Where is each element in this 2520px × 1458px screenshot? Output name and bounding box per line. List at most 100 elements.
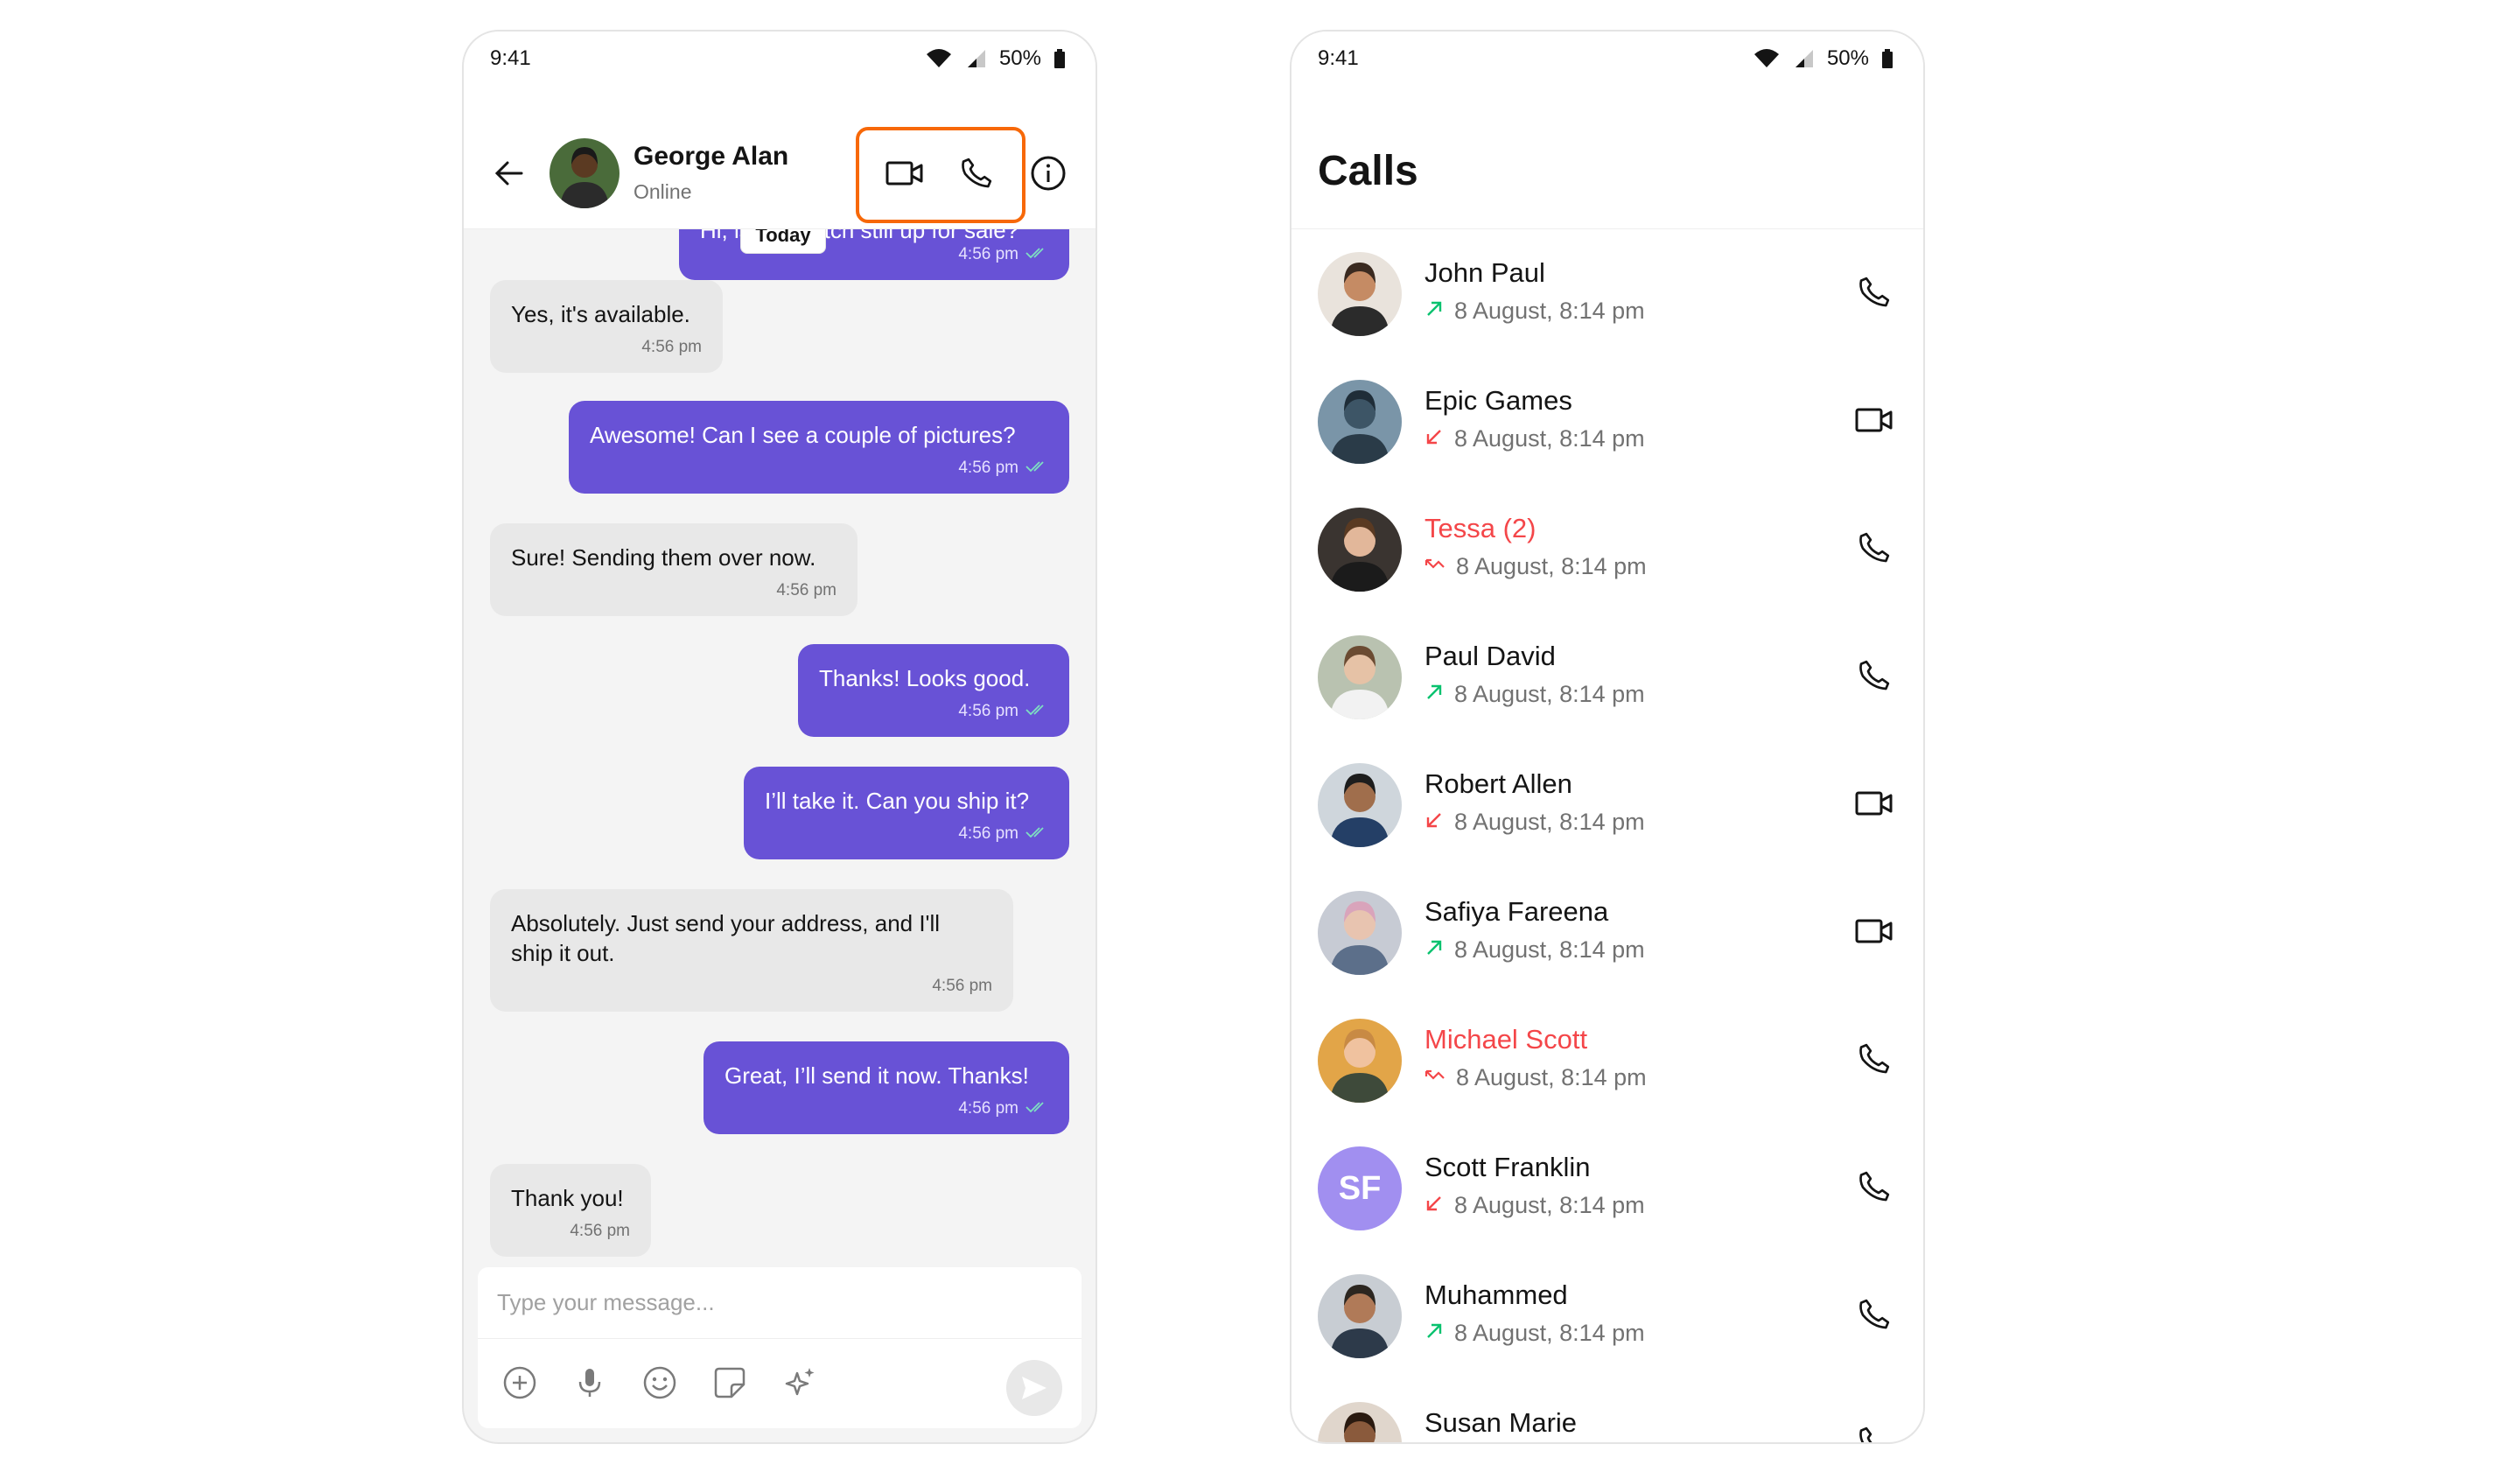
contact-avatar[interactable] xyxy=(1318,1402,1402,1442)
call-contact-name: Safiya Fareena xyxy=(1424,896,1609,927)
call-timestamp: 8 August, 8:14 pm xyxy=(1456,1064,1647,1090)
message-incoming[interactable]: Sure! Sending them over now. 4:56 pm xyxy=(490,523,858,616)
contact-avatar[interactable] xyxy=(550,138,620,208)
call-contact-name: Paul David xyxy=(1424,641,1556,671)
battery-icon xyxy=(1054,48,1066,69)
call-detail: 8 August, 8:14 pm xyxy=(1424,681,1645,708)
message-meta: 4:56 pm xyxy=(958,1094,1048,1124)
message-meta: 4:56 pm xyxy=(958,819,1048,849)
call-detail: 8 August, 8:14 pm xyxy=(1424,1320,1645,1347)
message-incoming[interactable]: Absolutely. Just send your address, and … xyxy=(490,889,1013,1012)
contact-avatar[interactable] xyxy=(1318,380,1402,464)
call-row[interactable]: Tessa (2) 8 August, 8:14 pm xyxy=(1292,487,1923,614)
read-receipt-icon xyxy=(1026,697,1048,726)
voice-call-icon[interactable] xyxy=(1853,271,1895,313)
info-icon[interactable] xyxy=(1027,152,1069,194)
voice-call-icon[interactable] xyxy=(1853,1421,1895,1442)
message-incoming[interactable]: Yes, it's available. 4:56 pm xyxy=(490,280,723,373)
video-call-icon[interactable] xyxy=(884,152,926,194)
message-outgoing[interactable]: Thanks! Looks good. 4:56 pm xyxy=(798,644,1069,737)
message-text: Sure! Sending them over now. xyxy=(511,544,816,571)
contact-avatar-initials[interactable]: SF xyxy=(1318,1146,1402,1230)
back-arrow-icon[interactable] xyxy=(492,156,527,191)
call-contact-name: Epic Games xyxy=(1424,385,1572,416)
message-text: Yes, it's available. xyxy=(511,301,690,327)
call-timestamp: 8 August, 8:14 pm xyxy=(1454,809,1645,835)
contact-avatar[interactable] xyxy=(1318,891,1402,975)
call-timestamp: 8 August, 8:14 pm xyxy=(1454,425,1645,452)
message-time: 4:56 pm xyxy=(570,1222,630,1240)
emoji-icon[interactable] xyxy=(639,1362,681,1404)
voice-call-icon[interactable] xyxy=(956,152,998,194)
message-outgoing[interactable]: Awesome! Can I see a couple of pictures?… xyxy=(569,401,1069,494)
chat-screen: Hi, is the watch still up for sale? 4:56… xyxy=(462,30,1097,1444)
call-row[interactable]: Paul David 8 August, 8:14 pm xyxy=(1292,614,1923,742)
outgoing-call-icon xyxy=(1424,936,1444,964)
wifi-icon xyxy=(1754,48,1780,69)
message-meta: 4:56 pm xyxy=(958,697,1048,726)
message-outgoing[interactable]: I’ll take it. Can you ship it? 4:56 pm xyxy=(744,767,1069,859)
microphone-icon[interactable] xyxy=(569,1362,611,1404)
add-icon[interactable] xyxy=(499,1362,541,1404)
send-icon[interactable] xyxy=(1006,1360,1062,1416)
call-row[interactable]: Robert Allen 8 August, 8:14 pm xyxy=(1292,742,1923,870)
calls-screen: 9:41 50% Calls John Paul 8 August, 8:14 p… xyxy=(1290,30,1925,1444)
contact-avatar[interactable] xyxy=(1318,1019,1402,1103)
contact-avatar[interactable] xyxy=(1318,252,1402,336)
call-row[interactable]: Epic Games 8 August, 8:14 pm xyxy=(1292,359,1923,487)
call-detail: 8 August, 8:14 pm xyxy=(1424,298,1645,325)
call-contact-name: Tessa (2) xyxy=(1424,513,1536,543)
call-row[interactable]: Safiya Fareena 8 August, 8:14 pm xyxy=(1292,870,1923,998)
call-detail: 8 August, 8:14 pm xyxy=(1424,553,1647,580)
message-time: 4:56 pm xyxy=(958,824,1018,843)
message-meta: 4:56 pm xyxy=(958,240,1048,270)
call-contact-name: Robert Allen xyxy=(1424,768,1572,799)
message-text: Great, I’ll send it now. Thanks! xyxy=(724,1062,1029,1089)
video-call-icon[interactable] xyxy=(1853,910,1895,952)
call-row[interactable]: John Paul 8 August, 8:14 pm xyxy=(1292,231,1923,359)
message-input[interactable] xyxy=(478,1267,1082,1339)
status-time: 9:41 xyxy=(1318,46,1359,70)
voice-call-icon[interactable] xyxy=(1853,655,1895,697)
read-receipt-icon xyxy=(1026,1094,1048,1124)
message-text: I’ll take it. Can you ship it? xyxy=(765,788,1030,814)
sticker-icon[interactable] xyxy=(709,1362,751,1404)
contact-avatar[interactable] xyxy=(1318,635,1402,719)
outgoing-call-icon xyxy=(1424,298,1444,325)
voice-call-icon[interactable] xyxy=(1853,1038,1895,1080)
contact-avatar[interactable] xyxy=(1318,763,1402,847)
outgoing-call-icon xyxy=(1424,681,1444,708)
video-call-icon[interactable] xyxy=(1853,782,1895,824)
message-time: 4:56 pm xyxy=(932,977,992,995)
battery-level: 50% xyxy=(998,46,1041,70)
message-incoming[interactable]: Thank you! 4:56 pm xyxy=(490,1164,651,1257)
incoming-call-icon xyxy=(1424,425,1444,452)
message-text: Thanks! Looks good. xyxy=(819,665,1031,691)
call-detail: 8 August, 8:14 pm xyxy=(1424,1192,1645,1219)
call-timestamp: 8 August, 8:14 pm xyxy=(1454,936,1645,963)
voice-call-icon[interactable] xyxy=(1853,527,1895,569)
call-contact-name: Michael Scott xyxy=(1424,1024,1588,1055)
call-contact-name: Scott Franklin xyxy=(1424,1152,1591,1182)
call-row[interactable]: Susan Marie8 August, 8:14 pm xyxy=(1292,1381,1923,1442)
voice-call-icon[interactable] xyxy=(1853,1293,1895,1335)
contact-avatar[interactable] xyxy=(1318,1274,1402,1358)
battery-level: 50% xyxy=(1826,46,1869,70)
ai-sparkle-icon[interactable] xyxy=(779,1362,821,1404)
incoming-call-icon xyxy=(1424,809,1444,836)
call-row[interactable]: Muhammed 8 August, 8:14 pm xyxy=(1292,1253,1923,1381)
call-contact-name: Muhammed xyxy=(1424,1279,1568,1310)
missed-call-icon xyxy=(1424,553,1446,580)
call-row[interactable]: SF Scott Franklin 8 August, 8:14 pm xyxy=(1292,1125,1923,1253)
call-detail: 8 August, 8:14 pm xyxy=(1424,1064,1647,1091)
read-receipt-icon xyxy=(1026,819,1048,849)
call-timestamp: 8 August, 8:14 pm xyxy=(1454,681,1645,707)
video-call-icon[interactable] xyxy=(1853,399,1895,441)
voice-call-icon[interactable] xyxy=(1853,1166,1895,1208)
call-row[interactable]: Michael Scott 8 August, 8:14 pm xyxy=(1292,998,1923,1125)
message-time: 4:56 pm xyxy=(958,1099,1018,1118)
contact-name: George Alan xyxy=(634,142,789,171)
message-outgoing[interactable]: Great, I’ll send it now. Thanks! 4:56 pm xyxy=(704,1041,1069,1134)
call-detail: 8 August, 8:14 pm xyxy=(1424,425,1645,452)
contact-avatar[interactable] xyxy=(1318,508,1402,592)
